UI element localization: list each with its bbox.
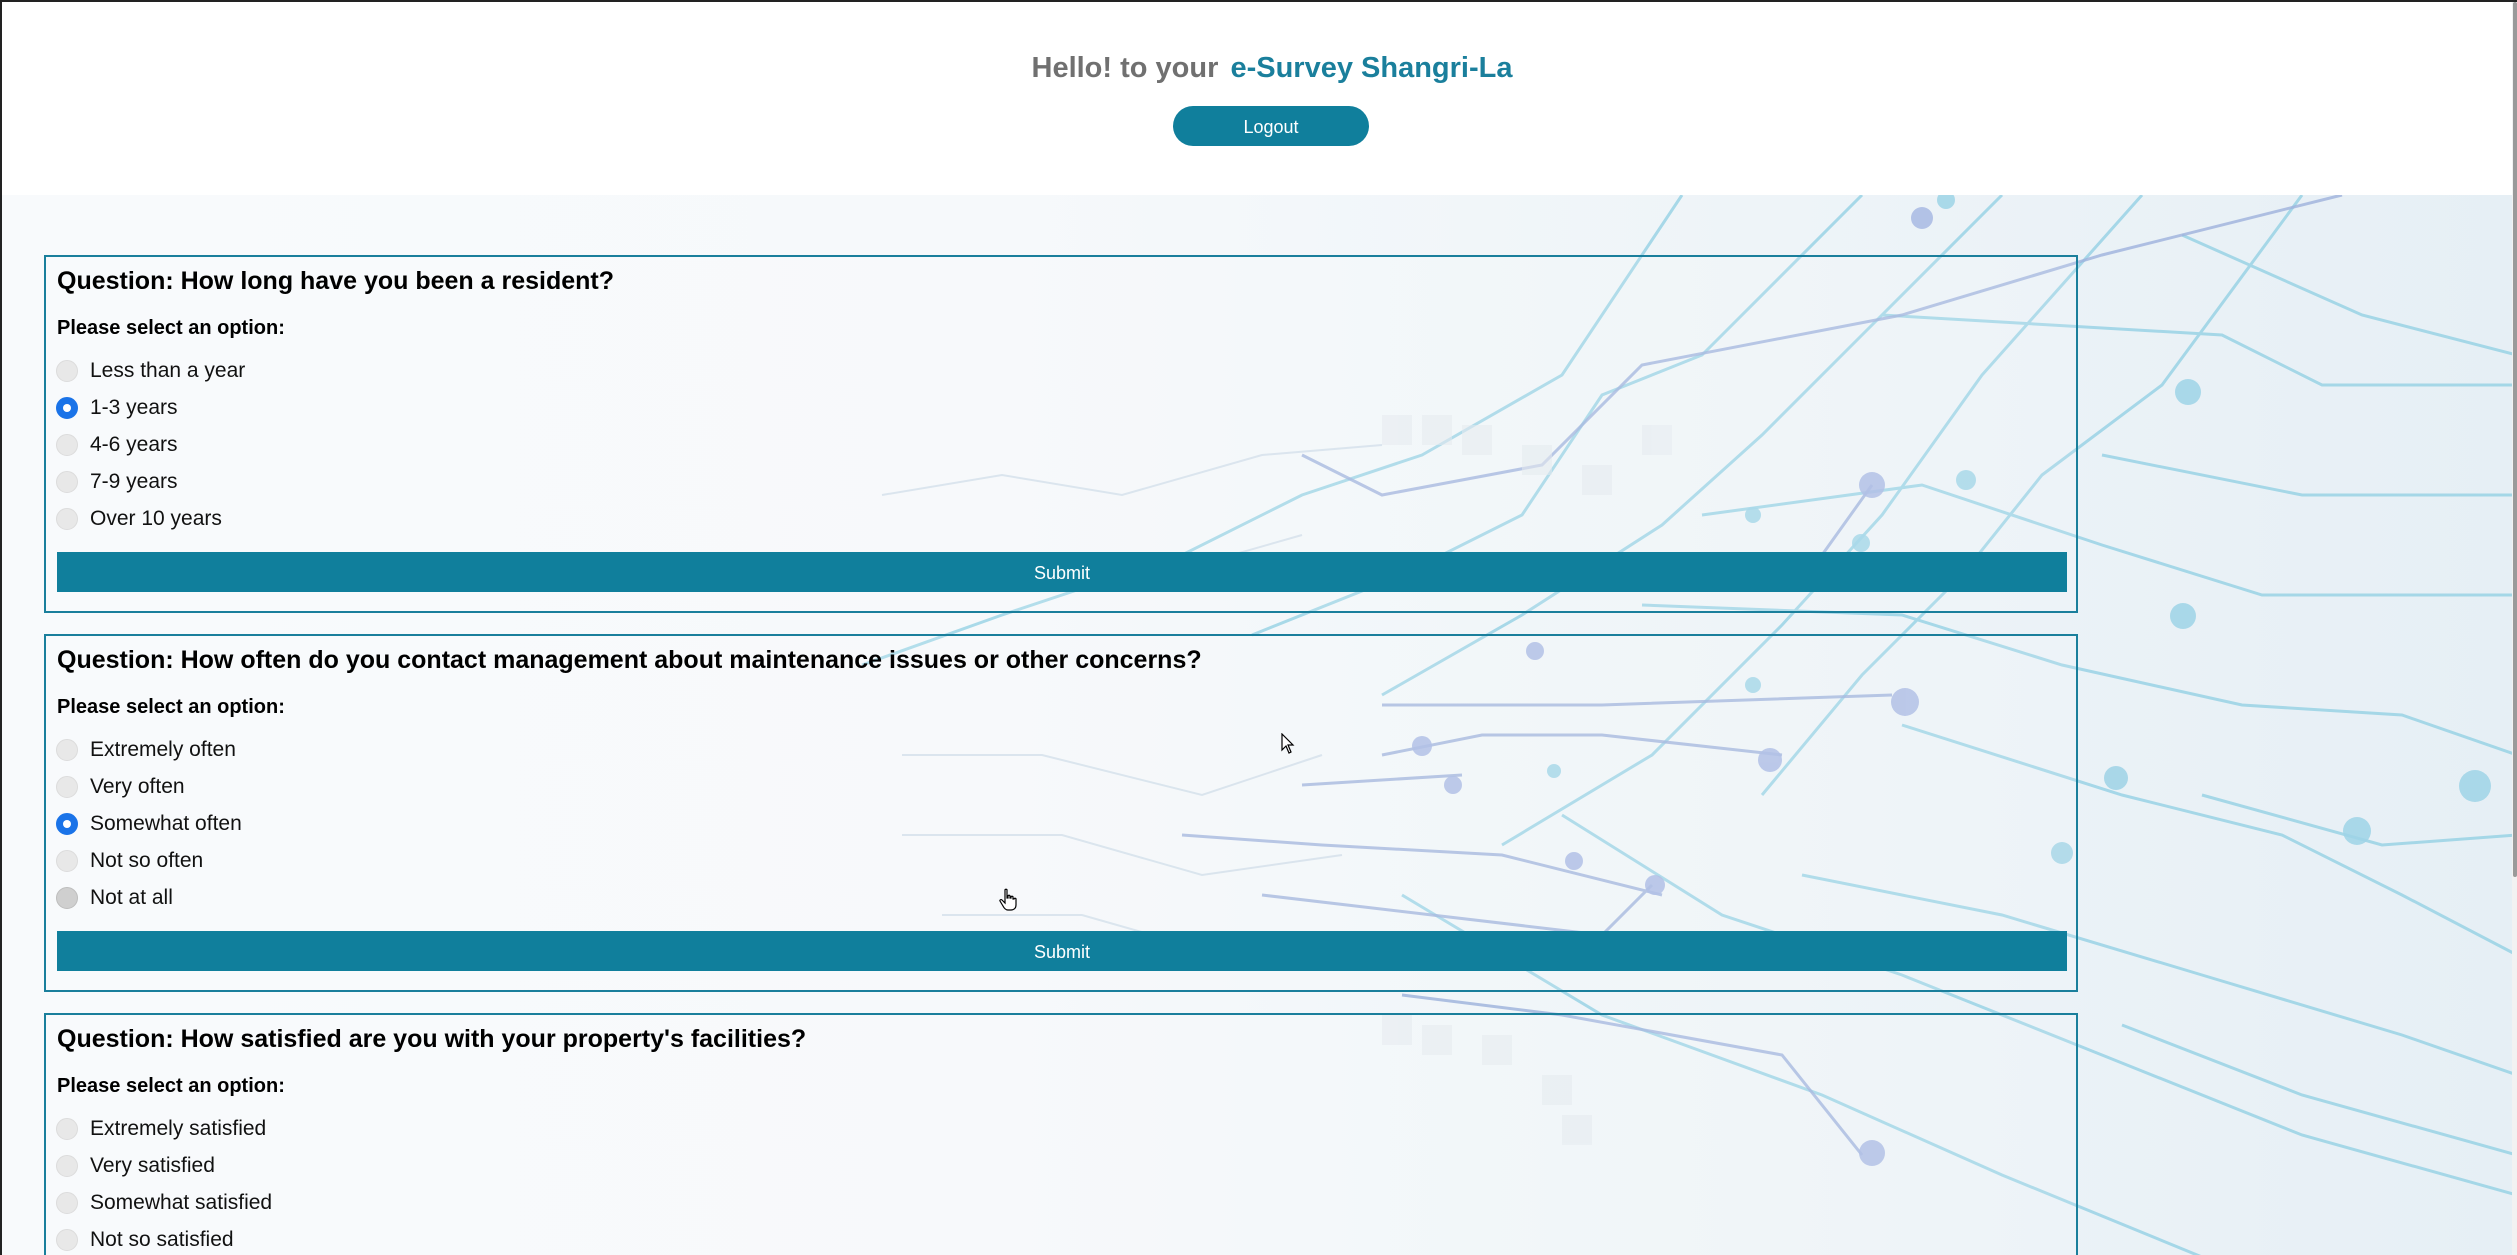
option-label: 1-3 years xyxy=(90,396,178,419)
radio-button[interactable] xyxy=(56,360,78,382)
radio-button[interactable] xyxy=(56,508,78,530)
question-prompt: Please select an option: xyxy=(57,1075,285,1097)
option-4-6-years[interactable]: 4-6 years xyxy=(56,430,178,460)
option-somewhat-often[interactable]: Somewhat often xyxy=(56,809,242,839)
radio-button[interactable] xyxy=(56,1118,78,1140)
radio-button-hovered[interactable] xyxy=(56,887,78,909)
scrollbar-thumb[interactable] xyxy=(2513,2,2517,877)
option-label: Very often xyxy=(90,775,185,798)
radio-button[interactable] xyxy=(56,1155,78,1177)
radio-button[interactable] xyxy=(56,1229,78,1251)
question-title: Question: How satisfied are you with you… xyxy=(57,1025,807,1053)
option-not-at-all[interactable]: Not at all xyxy=(56,883,173,913)
question-title: Question: How long have you been a resid… xyxy=(57,267,615,295)
option-label: Extremely satisfied xyxy=(90,1117,267,1140)
radio-button-selected[interactable] xyxy=(56,397,78,419)
option-label: Not so often xyxy=(90,849,204,872)
submit-button[interactable]: Submit xyxy=(57,931,2067,971)
option-somewhat-satisfied[interactable]: Somewhat satisfied xyxy=(56,1188,272,1218)
option-label: Somewhat satisfied xyxy=(90,1191,273,1214)
option-label: Extremely often xyxy=(90,738,236,761)
logout-button[interactable]: Logout xyxy=(1173,106,1369,146)
question-card: Question: How satisfied are you with you… xyxy=(44,1013,2078,1255)
radio-button[interactable] xyxy=(56,850,78,872)
option-extremely-often[interactable]: Extremely often xyxy=(56,735,236,765)
question-card: Question: How long have you been a resid… xyxy=(44,255,2078,613)
question-prompt: Please select an option: xyxy=(57,696,285,718)
submit-button[interactable]: Submit xyxy=(57,552,2067,592)
option-extremely-satisfied[interactable]: Extremely satisfied xyxy=(56,1114,266,1144)
option-label: Less than a year xyxy=(90,359,246,382)
radio-button[interactable] xyxy=(56,739,78,761)
option-label: Very satisfied xyxy=(90,1154,215,1177)
option-label: 4-6 years xyxy=(90,433,178,456)
radio-button[interactable] xyxy=(56,434,78,456)
survey-content[interactable]: Question: How long have you been a resid… xyxy=(2,195,2517,1255)
option-not-so-satisfied[interactable]: Not so satisfied xyxy=(56,1225,234,1255)
option-less-than-a-year[interactable]: Less than a year xyxy=(56,356,245,386)
brand-name: e-Survey Shangri-La xyxy=(1230,52,1513,84)
greeting-text: Hello! to your xyxy=(1031,52,1219,84)
question-card: Question: How often do you contact manag… xyxy=(44,634,2078,992)
radio-button[interactable] xyxy=(56,471,78,493)
radio-button[interactable] xyxy=(56,776,78,798)
option-7-9-years[interactable]: 7-9 years xyxy=(56,467,178,497)
radio-button[interactable] xyxy=(56,1192,78,1214)
app-window: Hello! to your e-Survey Shangri-La Logou… xyxy=(0,0,2517,1255)
question-prompt: Please select an option: xyxy=(57,317,285,339)
page-scrollbar[interactable] xyxy=(2512,2,2517,1255)
option-1-3-years[interactable]: 1-3 years xyxy=(56,393,178,423)
option-label: Over 10 years xyxy=(90,507,222,530)
option-label: Not at all xyxy=(90,886,173,909)
option-label: Not so satisfied xyxy=(90,1228,234,1251)
option-label: Somewhat often xyxy=(90,812,242,835)
page-title: Hello! to your e-Survey Shangri-La xyxy=(2,52,2517,85)
option-label: 7-9 years xyxy=(90,470,178,493)
option-very-often[interactable]: Very often xyxy=(56,772,185,802)
radio-button-selected[interactable] xyxy=(56,813,78,835)
option-not-so-often[interactable]: Not so often xyxy=(56,846,203,876)
page-header: Hello! to your e-Survey Shangri-La Logou… xyxy=(2,2,2517,195)
option-very-satisfied[interactable]: Very satisfied xyxy=(56,1151,215,1181)
question-title: Question: How often do you contact manag… xyxy=(57,646,1202,674)
option-over-10-years[interactable]: Over 10 years xyxy=(56,504,222,534)
